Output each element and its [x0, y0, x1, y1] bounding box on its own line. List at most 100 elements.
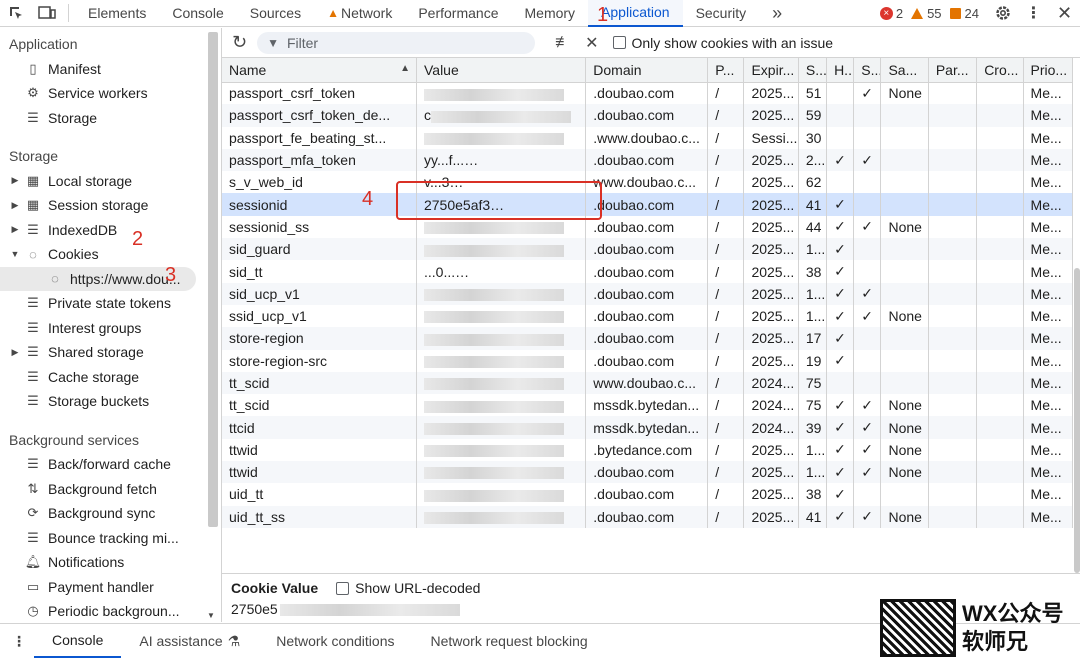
error-count-badge[interactable]: × 2 [879, 6, 903, 21]
sidebar-item-session-storage[interactable]: ▶ ▦ Session storage [0, 193, 205, 218]
collapse-arrow-icon[interactable]: ▼ [8, 249, 22, 259]
table-row[interactable]: passport_mfa_token yy...f... .doubao.com/2… [222, 148, 1074, 172]
table-row[interactable]: s_v_web_id v...3 www.doubao.c.../2025... 62… [222, 171, 1074, 194]
sort-ascending-icon[interactable]: ▲ [400, 63, 410, 74]
table-row[interactable]: tt_scid mssdk.bytedan.../2024... 75 ✓ ✓ None M… [222, 394, 1074, 417]
sidebar-item-background-sync[interactable]: ⟳ Background sync [0, 501, 205, 526]
tab-security[interactable]: Security [683, 0, 760, 27]
sidebar-item-cache-storage[interactable]: ☰ Cache storage [0, 365, 205, 390]
expand-arrow-icon[interactable]: ▶ [8, 224, 22, 235]
table-cell: sid_guard [222, 238, 417, 261]
sidebar-item-label: Storage buckets [48, 393, 150, 410]
table-row[interactable]: store-region .doubao.com/2025... 17 ✓ Me... [222, 327, 1074, 350]
tab-performance[interactable]: Performance [405, 0, 511, 27]
table-cell [853, 483, 882, 506]
tab-console[interactable]: Console [159, 0, 236, 27]
sidebar-item-back-forward-cache[interactable]: ☰ Back/forward cache [0, 452, 205, 477]
table-row[interactable]: passport_fe_beating_st... .www.doubao.c..… [222, 126, 1074, 149]
column-header[interactable]: Name ▲ [222, 58, 417, 83]
column-header[interactable]: H... [826, 58, 855, 83]
drawer-tab-network-request-blocking[interactable]: Network request blocking [412, 624, 605, 658]
refresh-icon[interactable]: ↻ [232, 32, 247, 53]
drawer-tab-network-conditions[interactable]: Network conditions [258, 624, 412, 658]
sidebar-item-shared-storage[interactable]: ▶ ☰ Shared storage [0, 340, 205, 365]
close-devtools-icon[interactable]: ✕ [1049, 0, 1080, 27]
sidebar-item-cookies[interactable]: ▼ ◌ Cookies [0, 242, 205, 267]
table-scrollbar[interactable] [1073, 58, 1080, 573]
table-cell [853, 371, 882, 395]
more-options-icon[interactable]: ⋮ [1018, 0, 1049, 27]
sidebar-item-interest-groups[interactable]: ☰ Interest groups [0, 316, 205, 341]
settings-gear-icon[interactable] [987, 0, 1018, 27]
application-sidebar: Application ▯ Manifest ⚙ Service workers ☰… [0, 28, 205, 622]
sidebar-item-service-workers[interactable]: ⚙ Service workers [0, 81, 205, 106]
tab-network[interactable]: ▲ Network [314, 0, 405, 27]
warning-count-badge[interactable]: 55 [911, 6, 942, 21]
inspect-element-icon[interactable] [0, 0, 31, 27]
device-toolbar-icon[interactable] [31, 0, 62, 27]
sidebar-item-notifications[interactable]: 🔔︎ Notifications [0, 550, 205, 575]
filter-input[interactable]: ▼ Filter [257, 31, 536, 54]
sidebar-item-payment-handler[interactable]: ▭ Payment handler [0, 575, 205, 600]
table-row[interactable]: tt_scid www.doubao.c.../2024... 75 Me... [222, 371, 1074, 395]
table-row[interactable]: uid_tt .doubao.com/2025... 38 ✓ Me... [222, 483, 1074, 506]
column-header[interactable]: Sa... [880, 58, 929, 83]
sidebar-item-local-storage[interactable]: ▶ ▦ Local storage [0, 169, 205, 194]
tab-sources[interactable]: Sources [237, 0, 314, 27]
table-row[interactable]: ttcid mssdk.bytedan.../2024... 39 ✓ ✓ None Me.… [222, 416, 1074, 439]
table-row[interactable]: passport_csrf_token_de... c .doubao.com/20… [222, 104, 1074, 127]
expand-arrow-icon[interactable]: ▶ [8, 347, 22, 358]
column-header[interactable]: Par... [928, 58, 978, 83]
table-row[interactable]: ssid_ucp_v1 .doubao.com/2025... 1... ✓ ✓ None… [222, 304, 1074, 328]
clear-filtered-cookies-icon[interactable]: ≢ [555, 34, 571, 52]
sidebar-item-private-state-tokens[interactable]: ☰ Private state tokens [0, 291, 205, 316]
table-cell: Me... [1023, 438, 1074, 462]
tab-elements[interactable]: Elements [75, 0, 159, 27]
checkbox-box[interactable] [612, 36, 626, 49]
column-header[interactable]: S... [798, 58, 828, 83]
sidebar-item-periodic-background-sync[interactable]: ◷ Periodic backgroun... [0, 599, 205, 622]
drawer-menu-icon[interactable]: ⋮ [0, 633, 34, 650]
table-row[interactable]: ttwid .bytedance.com/2025... 1... ✓ ✓ None Me.… [222, 438, 1074, 462]
sidebar-item-storage-buckets[interactable]: ☰ Storage buckets [0, 389, 205, 414]
sidebar-item-bounce-tracking[interactable]: ☰ Bounce tracking mi... [0, 526, 205, 551]
drawer-tab-ai-assistance[interactable]: AI assistance ⚗ [121, 624, 258, 658]
table-row[interactable]: sessionid 2750e5af3 .doubao.com/2025... 41 ✓… [222, 193, 1074, 216]
column-header[interactable]: Cro... [976, 58, 1024, 83]
sidebar-item-manifest[interactable]: ▯ Manifest [0, 57, 205, 82]
table-cell: 41 [798, 193, 828, 216]
only-issue-checkbox[interactable]: Only show cookies with an issue [612, 35, 833, 51]
column-header[interactable]: P... [707, 58, 745, 83]
issues-count-badge[interactable]: 24 [949, 6, 979, 21]
table-row[interactable]: uid_tt_ss .doubao.com/2025... 41 ✓ ✓ None Me..… [222, 505, 1074, 528]
table-scroll-thumb[interactable] [1074, 268, 1080, 573]
expand-arrow-icon[interactable]: ▶ [8, 200, 22, 211]
table-row[interactable]: sessionid_ss .doubao.com/2025... 44 ✓ ✓ None M… [222, 215, 1074, 239]
sidebar-item-storage[interactable]: ☰ Storage [0, 106, 205, 131]
sidebar-item-background-fetch[interactable]: ⇅ Background fetch [0, 477, 205, 502]
scroll-down-arrow-icon[interactable]: ▼ [207, 611, 215, 620]
sidebar-item-indexeddb[interactable]: ▶ ☰ IndexedDB [0, 218, 205, 243]
delete-selected-icon[interactable]: ✕ [585, 33, 598, 53]
expand-arrow-icon[interactable]: ▶ [8, 175, 22, 186]
table-row[interactable]: store-region-src .doubao.com/2025... 19 ✓ Me… [222, 349, 1074, 372]
column-header[interactable]: S... [853, 58, 882, 83]
column-header[interactable]: Expir... [743, 58, 799, 83]
table-row[interactable]: sid_ucp_v1 .doubao.com/2025... 1... ✓ ✓ Me... [222, 282, 1074, 305]
column-header[interactable]: Domain [585, 58, 709, 83]
table-row[interactable]: ttwid .doubao.com/2025... 1... ✓ ✓ None Me... [222, 461, 1074, 484]
table-row[interactable]: sid_tt ...0... .doubao.com/2025... 38 ✓ Me... [222, 260, 1074, 283]
sidebar-scroll-thumb[interactable] [208, 32, 218, 527]
column-header[interactable]: Value [416, 58, 587, 83]
drawer-tab-console[interactable]: Console [34, 624, 122, 658]
show-url-decoded-checkbox[interactable] [336, 581, 350, 595]
column-header[interactable]: Prio... [1023, 58, 1074, 83]
cookie-value-text[interactable]: 2750e5 [231, 601, 278, 617]
table-cell: 2025... [743, 304, 799, 328]
sidebar-scrollbar[interactable]: ▼ [206, 28, 220, 622]
tab-memory[interactable]: Memory [512, 0, 589, 27]
more-tabs-button[interactable]: » [759, 0, 795, 27]
table-cell [976, 505, 1024, 528]
table-row[interactable]: passport_csrf_token .doubao.com/2025... 51… [222, 82, 1074, 105]
table-row[interactable]: sid_guard .doubao.com/2025... 1... ✓ Me... [222, 238, 1074, 261]
